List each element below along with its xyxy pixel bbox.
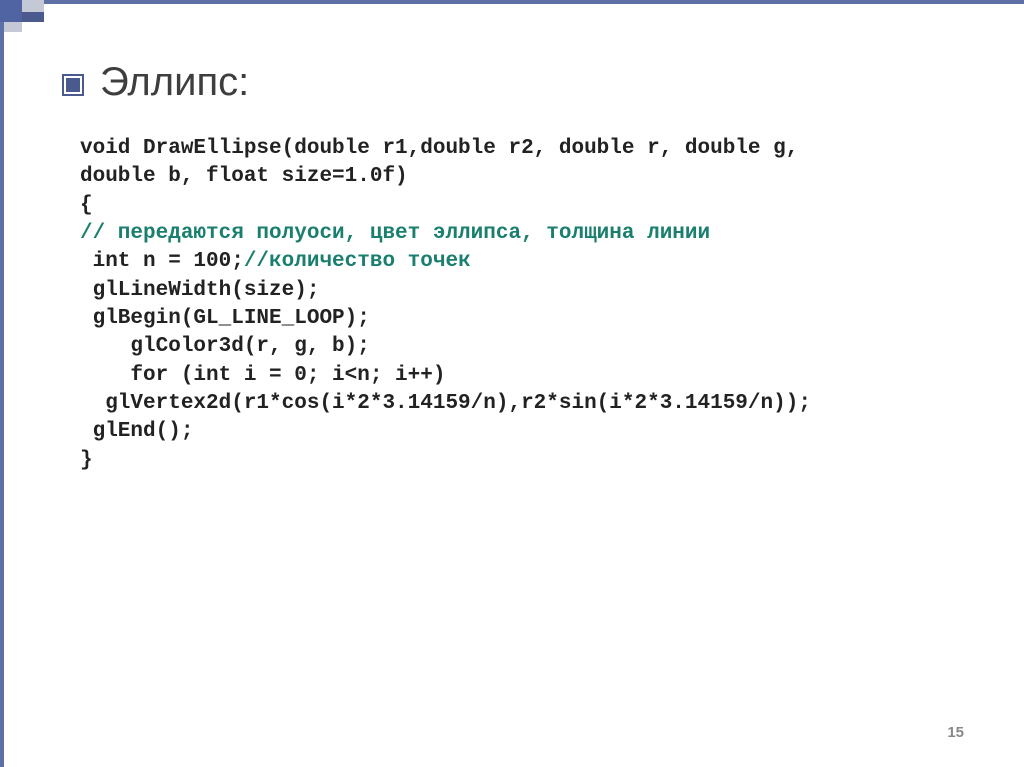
code-line: for (int i = 0; i<n; i++) (80, 364, 445, 387)
code-line: } (80, 449, 93, 472)
code-line: int n = 100; (80, 250, 244, 273)
code-line: glVertex2d(r1*cos(i*2*3.14159/n),r2*sin(… (80, 392, 811, 415)
code-line: { (80, 194, 93, 217)
code-line: void DrawEllipse(double r1,double r2, do… (80, 137, 798, 160)
code-line: glBegin(GL_LINE_LOOP); (80, 307, 370, 330)
code-comment: // передаются полуоси, цвет эллипса, тол… (80, 222, 710, 245)
code-comment: //количество точек (244, 250, 471, 273)
left-border (0, 22, 4, 767)
bullet-icon (62, 74, 84, 96)
code-line: glColor3d(r, g, b); (80, 335, 370, 358)
code-line: double b, float size=1.0f) (80, 165, 408, 188)
code-line: glEnd(); (80, 420, 193, 443)
slide: Эллипс: void DrawEllipse(double r1,doubl… (0, 0, 1024, 767)
code-block: void DrawEllipse(double r1,double r2, do… (80, 135, 964, 475)
decoration-square (4, 22, 22, 32)
code-line: glLineWidth(size); (80, 279, 319, 302)
slide-number: 15 (947, 724, 964, 741)
slide-title: Эллипс: (100, 60, 249, 105)
heading-row: Эллипс: (62, 60, 249, 105)
